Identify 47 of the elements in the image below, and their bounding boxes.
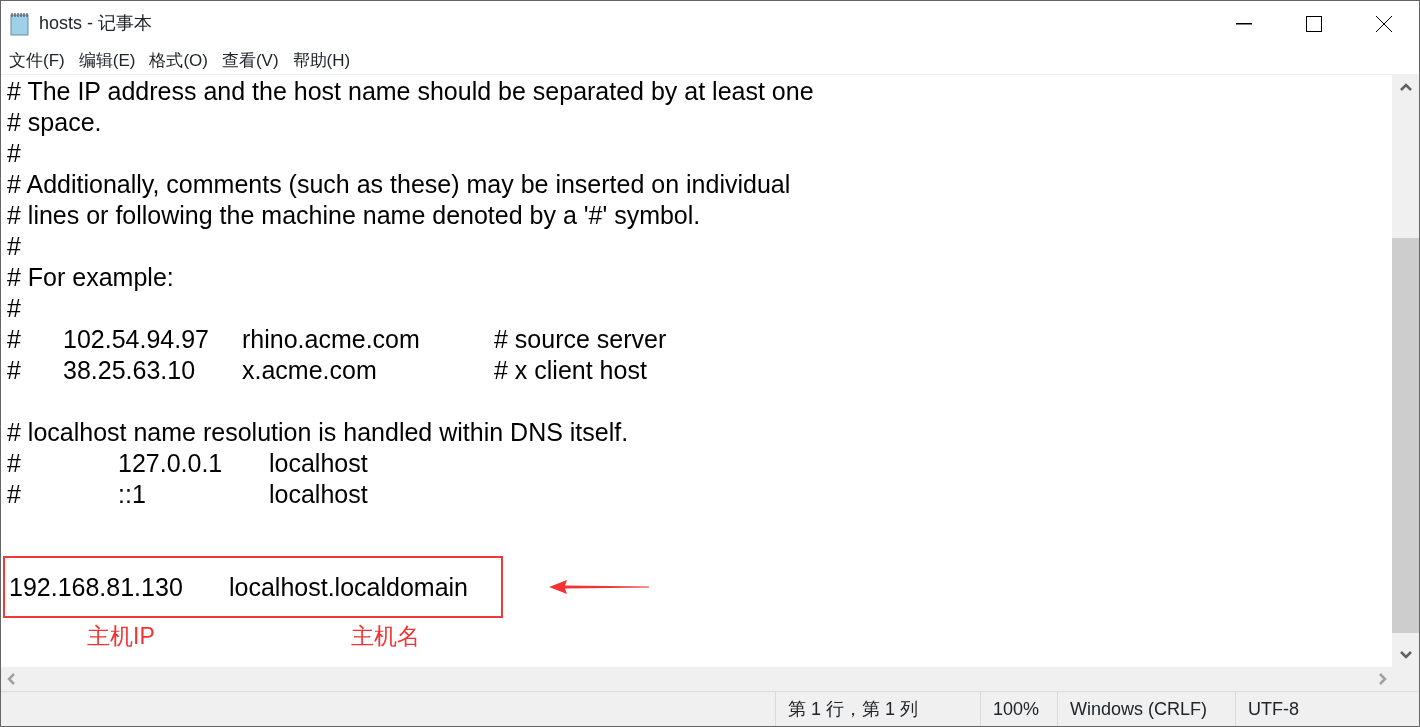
status-text: UTF-8 (1248, 699, 1299, 719)
annotation-label: 主机名 (350, 622, 420, 650)
host-entry-text: rhino.acme.com (242, 324, 421, 355)
text-line: # lines or following the machine name denoted by a '#' symbol. (7, 200, 701, 231)
scroll-left-icon[interactable] (7, 673, 15, 685)
host-entry-text: x.acme.com (242, 355, 378, 386)
host-entry-text: localhost (269, 479, 368, 510)
host-entry-text: 38.25.63.10 (63, 355, 197, 386)
host-entry-text: 102.54.94.97 (63, 324, 210, 355)
text-line: # (7, 138, 21, 169)
host-entry-text: # (7, 355, 22, 386)
menu-item[interactable]: 帮助(H) (284, 46, 357, 74)
host-entry-text: localhost.localdomain (229, 571, 469, 603)
text-line: # (7, 293, 21, 324)
text-line: # space. (7, 107, 102, 138)
arrow-icon (549, 580, 649, 594)
host-entry-text: 192.168.81.130 (9, 571, 184, 603)
minimize-icon (1236, 22, 1252, 25)
host-entry-text: # x client host (494, 355, 647, 386)
menu-item[interactable]: 文件(F) (1, 46, 71, 74)
menu-item[interactable]: 格式(O) (141, 46, 214, 74)
annotation-label: 主机IP (87, 622, 155, 650)
maximize-icon (1306, 15, 1322, 32)
host-entry-text: # (7, 479, 22, 510)
text-line: # (7, 231, 21, 262)
text-line: # localhost name resolution is handled within DNS itself. (7, 417, 629, 448)
host-entry-text: ::1 (118, 479, 147, 510)
window-title: hosts - 记事本 (39, 12, 153, 35)
menu-item[interactable]: 编辑(E) (70, 46, 142, 74)
notepad-icon (9, 11, 31, 36)
scroll-up-icon[interactable] (1399, 83, 1412, 91)
host-entry-text: localhost (269, 448, 368, 479)
text-line: # The IP address and the host name should be separated by at least one (7, 76, 814, 107)
text-line: # Additionally, comments (such as these) may be inserted on individual (7, 169, 791, 200)
close-icon (1376, 15, 1392, 32)
text-line: # For example: (7, 262, 174, 293)
status-text: Windows (CRLF) (1070, 699, 1207, 719)
host-entry-text: # (7, 324, 22, 355)
scrollbar-thumb[interactable] (1392, 238, 1419, 633)
status-text: 第 1 行，第 1 列 (788, 699, 919, 719)
host-entry-text: 127.0.0.1 (118, 448, 224, 479)
menu-item[interactable]: 查看(V) (213, 46, 285, 74)
scroll-right-icon[interactable] (1379, 673, 1387, 685)
status-text: 100% (993, 699, 1040, 719)
host-entry-text: # source server (494, 324, 667, 355)
scroll-down-icon[interactable] (1399, 651, 1412, 659)
host-entry-text: # (7, 448, 22, 479)
